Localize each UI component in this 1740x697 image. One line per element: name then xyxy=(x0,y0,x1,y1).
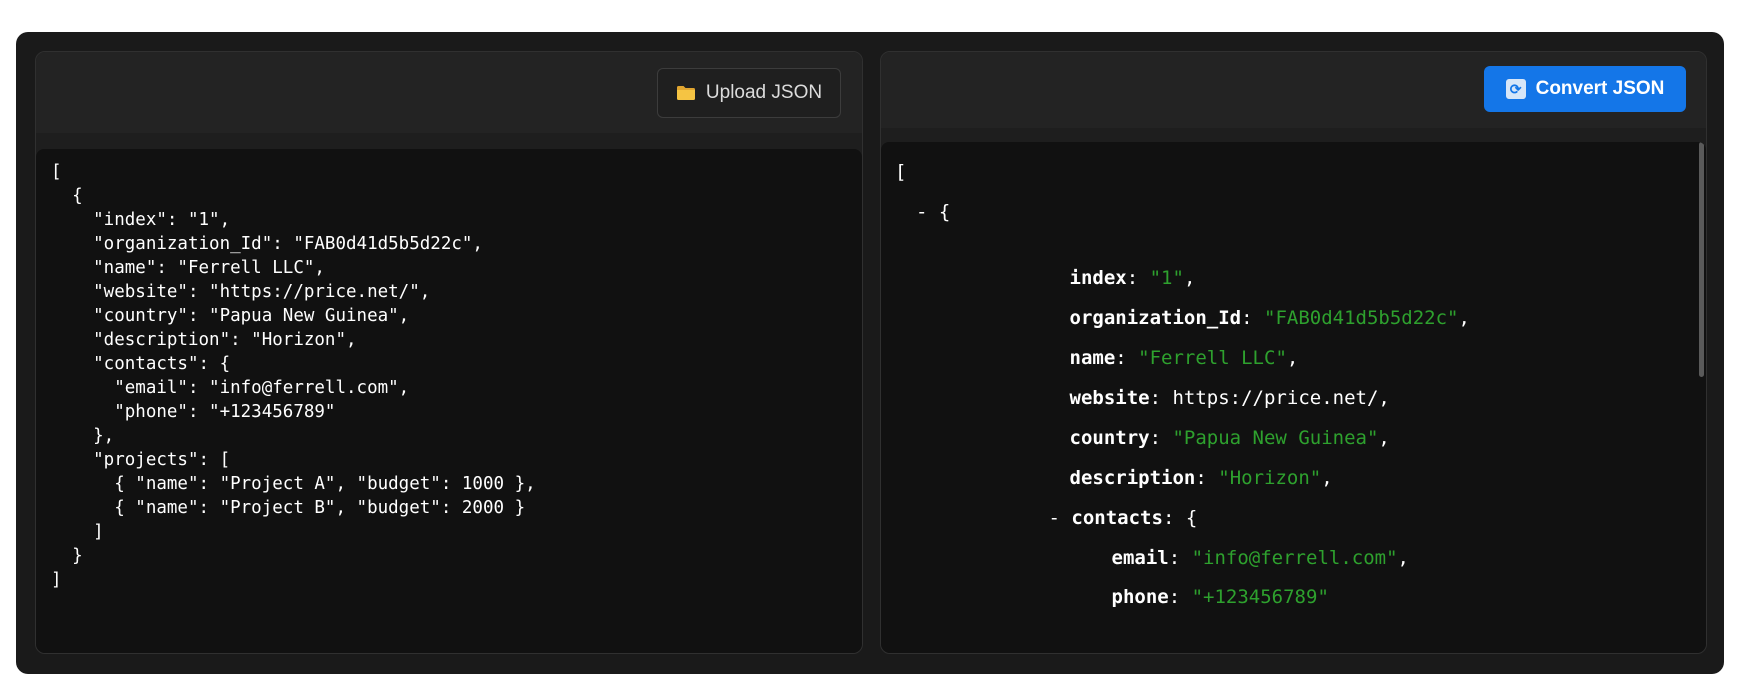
viewer-scrollbar[interactable] xyxy=(1699,142,1704,377)
tree-field-row: description: "Horizon", xyxy=(1069,467,1333,489)
tree-field-row: phone: "+123456789" xyxy=(1111,586,1329,608)
tree-field-row: organization_Id: "FAB0d41d5b5d22c", xyxy=(1069,307,1470,329)
tree-value: "Horizon" xyxy=(1218,467,1322,489)
upload-json-label: Upload JSON xyxy=(705,82,823,103)
tree-field-row: name: "Ferrell LLC", xyxy=(1069,347,1299,369)
input-panel: Upload JSON [ { "index": "1", "organizat… xyxy=(35,51,863,654)
input-toolbar: Upload JSON xyxy=(36,52,862,133)
upload-json-button[interactable]: Upload JSON xyxy=(657,68,841,118)
tree-field-row: index: "1", xyxy=(1069,267,1196,289)
tree-item-toggle[interactable]: - { xyxy=(916,199,950,225)
tree-field-row: email: "info@ferrell.com", xyxy=(1111,547,1409,569)
tree-value: "+123456789" xyxy=(1191,586,1329,608)
folder-icon xyxy=(676,86,695,100)
json-tree-viewer[interactable]: [ - { index: "1", organization_Id: "FAB0… xyxy=(881,142,1706,653)
output-toolbar: ⟳ Convert JSON xyxy=(881,52,1706,128)
tree-contacts-row: - contacts: { xyxy=(1048,507,1198,529)
tree-key: phone xyxy=(1111,586,1169,608)
tree-field-row: website: https://price.net/, xyxy=(1069,387,1390,409)
json-input-editor[interactable]: [ { "index": "1", "organization_Id": "FA… xyxy=(36,149,862,653)
refresh-icon: ⟳ xyxy=(1505,79,1526,99)
convert-json-label: Convert JSON xyxy=(1535,78,1665,99)
convert-json-button[interactable]: ⟳ Convert JSON xyxy=(1484,66,1686,112)
tree-open-bracket: [ xyxy=(895,161,907,183)
tree-field-row: country: "Papua New Guinea", xyxy=(1069,427,1390,449)
output-panel: ⟳ Convert JSON [ - { index: "1", organiz… xyxy=(880,51,1707,654)
json-converter-app: Upload JSON [ { "index": "1", "organizat… xyxy=(16,32,1724,674)
